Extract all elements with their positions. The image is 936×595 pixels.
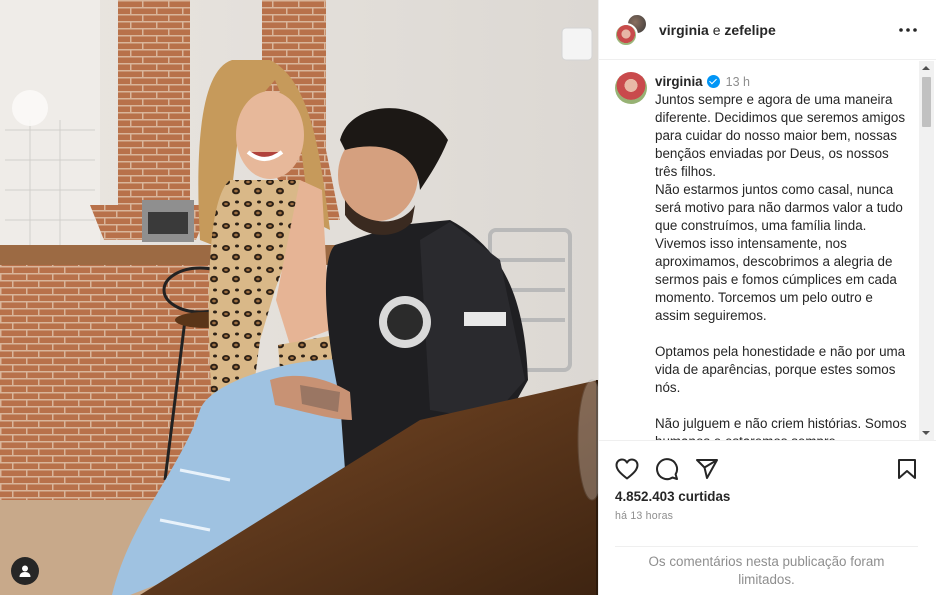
paper-plane-icon: [696, 459, 718, 479]
caption-paragraph: Optamos pela honestidade e não por uma v…: [655, 344, 906, 395]
post-header: virginia e zefelipe: [599, 0, 936, 60]
more-options-button[interactable]: [898, 20, 918, 40]
post-photo[interactable]: [0, 0, 598, 595]
avatar-virginia[interactable]: [614, 22, 638, 47]
comment-button[interactable]: [654, 456, 680, 482]
save-button[interactable]: [894, 456, 920, 482]
bookmark-icon: [898, 459, 916, 479]
conjunction-text: e: [712, 21, 721, 38]
scroll-up-arrow[interactable]: [922, 66, 930, 70]
like-button[interactable]: [614, 456, 640, 482]
tagged-users-button[interactable]: [11, 557, 39, 585]
comment-bubble-icon: [656, 458, 679, 481]
heart-icon: [615, 458, 639, 480]
caption-scroll-area[interactable]: virginia 13 h Juntos sempre e agora de um…: [599, 61, 936, 440]
comments-limited-notice: Os comentários nesta publicação foram li…: [615, 546, 918, 595]
caption-username[interactable]: virginia: [655, 74, 703, 89]
verified-badge-icon: [706, 75, 720, 88]
scroll-down-arrow[interactable]: [922, 431, 930, 435]
post-side-panel: virginia e zefelipe virginia 13 h Juntos …: [598, 0, 936, 595]
likes-count[interactable]: 4.852.403 curtidas: [615, 489, 730, 504]
caption-paragraph: Juntos sempre e agora de uma maneira dif…: [655, 92, 906, 323]
collab-avatars[interactable]: [614, 12, 648, 47]
more-horizontal-icon: [899, 28, 917, 32]
user-tag-icon: [19, 565, 31, 577]
post-actions: 4.852.403 curtidas há 13 horas: [599, 440, 936, 548]
post-image: [0, 0, 598, 595]
comments-limited-text: Os comentários nesta publicação foram li…: [648, 554, 885, 587]
share-button[interactable]: [694, 456, 720, 482]
post-timestamp[interactable]: há 13 horas: [615, 510, 673, 522]
collab-accounts: virginia e zefelipe: [659, 22, 776, 38]
scrollbar-thumb[interactable]: [922, 77, 931, 127]
caption-paragraph: Não julguem e não criem histórias. Somos…: [655, 416, 907, 440]
account-link-1[interactable]: virginia: [659, 22, 709, 38]
caption-timestamp[interactable]: 13 h: [726, 75, 750, 89]
account-link-2[interactable]: zefelipe: [724, 22, 775, 38]
caption-avatar[interactable]: [615, 72, 647, 104]
caption: virginia 13 h Juntos sempre e agora de um…: [655, 73, 907, 440]
caption-scrollbar[interactable]: [919, 61, 934, 440]
